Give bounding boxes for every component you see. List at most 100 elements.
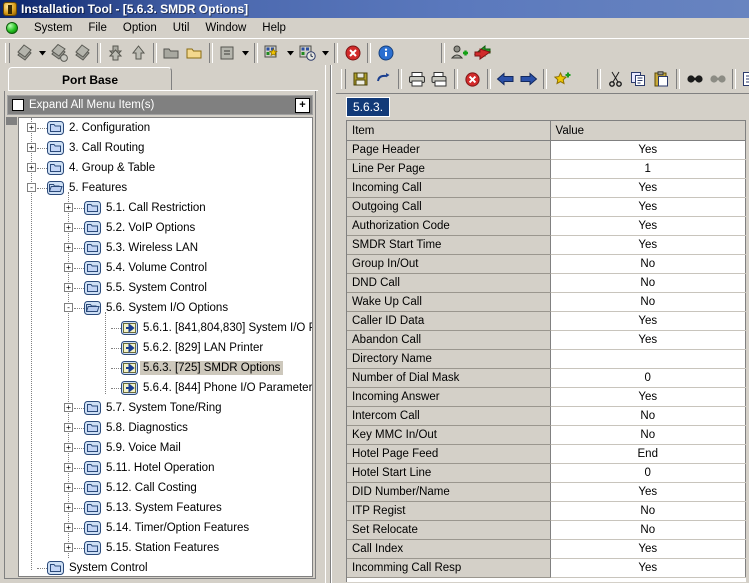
column-header-value[interactable]: Value — [550, 121, 746, 141]
grid-cell-item[interactable]: SMDR Start Time — [347, 236, 550, 255]
left-scrollbar[interactable] — [6, 117, 17, 577]
toolbar-grip[interactable] — [5, 43, 10, 63]
grid-cell-value[interactable]: No — [550, 255, 746, 274]
grid-cell-value[interactable]: No — [550, 407, 746, 426]
transfer-button[interactable] — [471, 42, 494, 64]
tree-expand-icon[interactable]: + — [27, 143, 36, 152]
grid-cell-value[interactable]: Yes — [550, 179, 746, 198]
grid-cell-item[interactable]: Hotel Page Feed — [347, 445, 550, 464]
pane-splitter[interactable] — [322, 65, 336, 583]
grid-cell-item[interactable]: Hotel Start Line — [347, 464, 550, 483]
db-read-button[interactable] — [13, 42, 36, 64]
grid-cell-item[interactable]: Group In/Out — [347, 255, 550, 274]
grid-cell-value[interactable]: No — [550, 293, 746, 312]
grid-cell-item[interactable]: Incoming Answer — [347, 388, 550, 407]
table-row[interactable]: Authorization CodeYes — [347, 217, 746, 236]
tree-item[interactable]: +5.11. Hotel Operation — [19, 458, 312, 478]
grid-cell-value[interactable]: Yes — [550, 217, 746, 236]
grid-cell-item[interactable]: Outgoing Call — [347, 198, 550, 217]
table-row[interactable]: Hotel Page FeedEnd — [347, 445, 746, 464]
print-button[interactable] — [405, 68, 428, 90]
open-folder-yellow-button[interactable] — [183, 42, 206, 64]
table-row[interactable]: Number of Dial Mask0 — [347, 369, 746, 388]
table-row[interactable]: Page HeaderYes — [347, 141, 746, 160]
new-doc-dropdown-button[interactable] — [239, 42, 251, 64]
table-row[interactable]: Line Per Page1 — [347, 160, 746, 179]
db-read-dropdown-button[interactable] — [36, 42, 48, 64]
grid-cell-value[interactable]: 0 — [550, 369, 746, 388]
grid-cell-value[interactable] — [550, 350, 746, 369]
settings-grid[interactable]: Item Value Page HeaderYesLine Per Page1I… — [346, 120, 746, 582]
table-row[interactable]: DID Number/NameYes — [347, 483, 746, 502]
tree-collapse-icon[interactable]: - — [27, 183, 36, 192]
tree-expand-icon[interactable]: + — [64, 263, 73, 272]
grid-cell-value[interactable]: End — [550, 445, 746, 464]
tree-item[interactable]: +4. Group & Table — [19, 158, 312, 178]
grid-cell-item[interactable]: Wake Up Call — [347, 293, 550, 312]
grid-cell-item[interactable]: Caller ID Data — [347, 312, 550, 331]
find-button[interactable] — [683, 68, 706, 90]
tree-item[interactable]: +5.12. Call Costing — [19, 478, 312, 498]
menu-window[interactable]: Window — [197, 20, 254, 36]
save-button[interactable] — [349, 68, 372, 90]
column-header-item[interactable]: Item — [347, 121, 550, 141]
grid-cell-item[interactable]: Authorization Code — [347, 217, 550, 236]
tree-expand-icon[interactable]: + — [64, 483, 73, 492]
tree-item[interactable]: +5.13. System Features — [19, 498, 312, 518]
table-row[interactable]: Group In/OutNo — [347, 255, 746, 274]
grid-cell-item[interactable]: Call Index — [347, 540, 550, 559]
grid-cell-item[interactable]: Incomming Call Resp — [347, 559, 550, 578]
table-row[interactable]: Incoming CallYes — [347, 179, 746, 198]
table-row[interactable]: Incoming AnswerYes — [347, 388, 746, 407]
menu-tree[interactable]: +2. Configuration+3. Call Routing+4. Gro… — [18, 117, 313, 577]
menu-help[interactable]: Help — [254, 20, 294, 36]
favorite-add-button[interactable] — [550, 68, 573, 90]
menu-option[interactable]: Option — [115, 20, 165, 36]
grid-cell-item[interactable]: DID Number/Name — [347, 483, 550, 502]
site-new-button[interactable] — [261, 42, 284, 64]
copy-button[interactable] — [627, 68, 650, 90]
table-row[interactable]: Hotel Start Line0 — [347, 464, 746, 483]
tree-item[interactable]: -5. Features — [19, 178, 312, 198]
table-row[interactable]: Abandon CallYes — [347, 331, 746, 350]
cut-button[interactable] — [604, 68, 627, 90]
open-folder-gray-button[interactable] — [160, 42, 183, 64]
tree-item[interactable]: +5.15. Station Features — [19, 538, 312, 558]
tree-item[interactable]: +5.5. System Control — [19, 278, 312, 298]
forward-button[interactable] — [517, 68, 540, 90]
grid-cell-item[interactable]: Intercom Call — [347, 407, 550, 426]
grid-cell-value[interactable]: 0 — [550, 464, 746, 483]
tree-expand-icon[interactable]: + — [64, 503, 73, 512]
grid-cell-value[interactable]: No — [550, 274, 746, 293]
tree-item[interactable]: System Control — [19, 558, 312, 577]
users-add-button[interactable] — [448, 42, 471, 64]
table-row[interactable]: Outgoing CallYes — [347, 198, 746, 217]
grid-cell-value[interactable]: Yes — [550, 483, 746, 502]
grid-cell-value[interactable]: Yes — [550, 141, 746, 160]
table-row[interactable]: ITP RegistNo — [347, 502, 746, 521]
tree-item[interactable]: -5.6. System I/O Options — [19, 298, 312, 318]
grid-cell-value[interactable]: Yes — [550, 312, 746, 331]
site-history-button[interactable] — [296, 42, 319, 64]
grid-cell-item[interactable]: ITP Regist — [347, 502, 550, 521]
back-button[interactable] — [494, 68, 517, 90]
tree-item[interactable]: +5.2. VoIP Options — [19, 218, 312, 238]
stop-button[interactable] — [461, 68, 484, 90]
print-preview-button[interactable] — [428, 68, 451, 90]
grid-cell-item[interactable]: DND Call — [347, 274, 550, 293]
tree-expand-icon[interactable]: + — [64, 223, 73, 232]
tree-collapse-icon[interactable]: - — [64, 303, 73, 312]
tree-expand-icon[interactable]: + — [64, 523, 73, 532]
grid-cell-item[interactable]: Set Relocate — [347, 521, 550, 540]
tree-expand-icon[interactable]: + — [64, 403, 73, 412]
grid-cell-value[interactable]: 1 — [550, 160, 746, 179]
table-row[interactable]: Wake Up CallNo — [347, 293, 746, 312]
table-row[interactable]: Key MMC In/OutNo — [347, 426, 746, 445]
grid-cell-value[interactable]: Yes — [550, 331, 746, 350]
tree-item[interactable]: +3. Call Routing — [19, 138, 312, 158]
expand-plus-button[interactable]: + — [295, 98, 310, 113]
grid-cell-item[interactable]: Key MMC In/Out — [347, 426, 550, 445]
tree-expand-icon[interactable]: + — [64, 243, 73, 252]
table-row[interactable]: Intercom CallNo — [347, 407, 746, 426]
menu-file[interactable]: File — [80, 20, 115, 36]
